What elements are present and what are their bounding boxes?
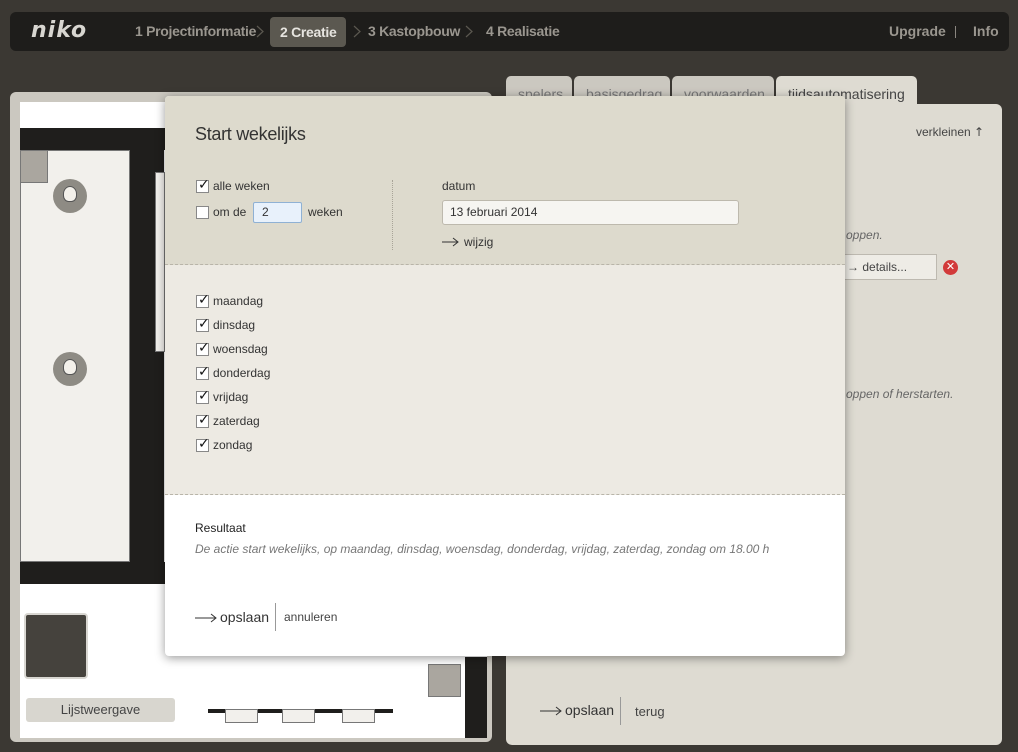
device-icon[interactable]	[428, 664, 461, 697]
step-kastopbouw[interactable]: 3 Kastopbouw	[368, 12, 460, 51]
remove-icon[interactable]: ✕	[943, 260, 958, 275]
step-realisatie[interactable]: 4 Realisatie	[486, 12, 560, 51]
change-date-link[interactable]: wijzig	[464, 235, 493, 249]
collapse-link[interactable]: verkleinen ↑	[916, 125, 984, 139]
cancel-button[interactable]: annuleren	[284, 610, 337, 624]
info-link[interactable]: Info	[973, 12, 999, 51]
cabinet	[342, 709, 375, 723]
day-checkbox-maandag[interactable]	[196, 292, 210, 308]
chevron-right-icon	[256, 25, 264, 38]
panel-back-button[interactable]: terug	[635, 704, 665, 719]
days-section	[165, 265, 845, 495]
step-projectinformatie[interactable]: 1 Projectinformatie	[135, 12, 256, 51]
divider	[955, 26, 956, 38]
chevron-right-icon	[353, 25, 361, 38]
every-suffix-label: weken	[308, 205, 343, 219]
day-checkbox-woensdag[interactable]	[196, 340, 210, 356]
minimap-thumbnail[interactable]	[24, 613, 88, 679]
result-summary: De actie start wekelijks, op maandag, di…	[195, 542, 770, 556]
day-checkbox-vrijdag[interactable]	[196, 388, 210, 404]
day-checkbox-zondag[interactable]	[196, 436, 210, 452]
day-label: donderdag	[213, 366, 271, 380]
divider	[392, 180, 393, 250]
day-label: maandag	[213, 294, 264, 308]
niko-logo[interactable]: niko	[31, 18, 87, 43]
day-label: woensdag	[213, 342, 268, 356]
day-checkbox-donderdag[interactable]	[196, 364, 210, 380]
room	[155, 172, 165, 352]
every-prefix-label: om de	[213, 205, 247, 219]
result-title: Resultaat	[195, 521, 246, 535]
arrow-right-icon: →	[847, 260, 863, 274]
day-label: dinsdag	[213, 318, 256, 332]
day-checkbox-dinsdag[interactable]	[196, 316, 210, 332]
dialog-title: Start wekelijks	[195, 124, 306, 144]
wall	[465, 657, 487, 738]
all-weeks-checkbox[interactable]	[196, 177, 210, 193]
arrow-right-icon	[195, 613, 217, 623]
day-label: zaterdag	[213, 414, 260, 428]
divider	[275, 603, 276, 631]
day-checkbox-zaterdag[interactable]	[196, 412, 210, 428]
cabinet	[225, 709, 258, 723]
stop-text: oppen.	[846, 228, 883, 242]
cabinet	[282, 709, 315, 723]
collapse-label: verkleinen	[916, 125, 971, 139]
arrow-up-icon: ↑	[974, 125, 985, 139]
week-interval-input[interactable]: 2	[253, 202, 302, 223]
top-navigation: niko 1 Projectinformatie 2 Creatie 3 Kas…	[10, 12, 1009, 51]
chevron-right-icon	[465, 25, 473, 38]
details-label: details...	[862, 260, 908, 274]
date-label: datum	[442, 179, 476, 193]
list-view-button[interactable]: Lijstweergave	[26, 698, 175, 722]
date-field[interactable]: 13 februari 2014	[442, 200, 739, 225]
upgrade-link[interactable]: Upgrade	[889, 12, 946, 51]
divider	[620, 697, 621, 725]
arrow-right-icon	[540, 706, 562, 716]
restart-text: oppen of herstarten.	[846, 387, 954, 401]
every-n-weeks-checkbox[interactable]	[196, 206, 209, 219]
light-bulb-icon[interactable]	[53, 352, 87, 386]
details-button[interactable]: → details...	[838, 254, 937, 280]
day-label: zondag	[213, 438, 253, 452]
save-button[interactable]: opslaan	[220, 609, 269, 625]
device-icon[interactable]	[20, 150, 48, 183]
day-label: vrijdag	[213, 390, 249, 404]
light-bulb-icon[interactable]	[53, 179, 87, 213]
panel-save-button[interactable]: opslaan	[565, 702, 614, 718]
weekly-start-dialog: Start wekelijks alle weken om de 2 weken…	[165, 96, 845, 656]
all-weeks-label: alle weken	[213, 179, 270, 193]
step-creatie[interactable]: 2 Creatie	[270, 17, 347, 47]
arrow-right-icon	[442, 237, 459, 247]
